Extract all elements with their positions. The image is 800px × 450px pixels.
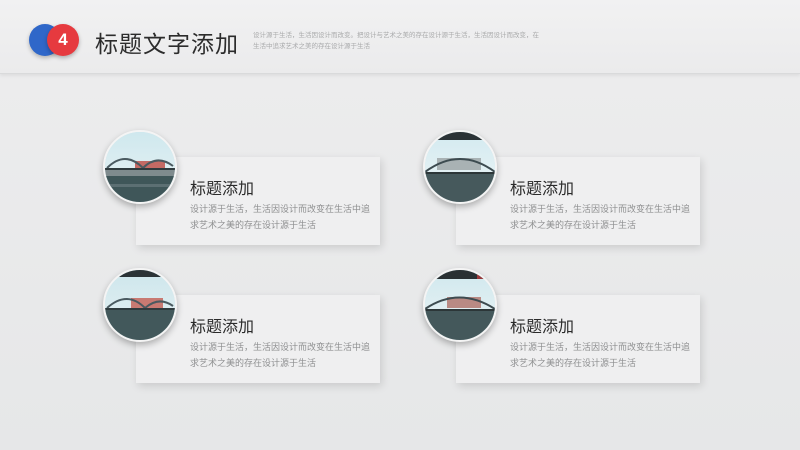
header-bar: 4 标题文字添加 设计源于生活，生活因设计而改变。把设计与艺术之美的存在设计源于… <box>0 0 800 74</box>
card-body: 设计源于生活，生活因设计而改变在生活中追求艺术之美的存在设计源于生活 <box>190 342 371 368</box>
card-title: 标题添加 <box>510 181 575 198</box>
section-number-badge: 4 <box>47 24 79 56</box>
card-body: 设计源于生活，生活因设计而改变在生活中追求艺术之美的存在设计源于生活 <box>190 204 371 230</box>
bridge-photo-image <box>423 268 497 342</box>
bridge-photo-image <box>103 130 177 204</box>
bridge-photo-image <box>423 130 497 204</box>
page-title: 标题文字添加 <box>95 31 239 57</box>
card-title: 标题添加 <box>510 319 575 336</box>
bridge-photo-image <box>103 268 177 342</box>
slide: 4 标题文字添加 设计源于生活，生活因设计而改变。把设计与艺术之美的存在设计源于… <box>0 0 800 450</box>
card-title: 标题添加 <box>190 319 255 336</box>
card-body: 设计源于生活，生活因设计而改变在生活中追求艺术之美的存在设计源于生活 <box>510 204 691 230</box>
card-body: 设计源于生活，生活因设计而改变在生活中追求艺术之美的存在设计源于生活 <box>510 342 691 368</box>
card-title: 标题添加 <box>190 181 255 198</box>
header-description: 设计源于生活，生活因设计而改变。把设计与艺术之美的存在设计源于生活，生活因设计而… <box>253 32 539 50</box>
